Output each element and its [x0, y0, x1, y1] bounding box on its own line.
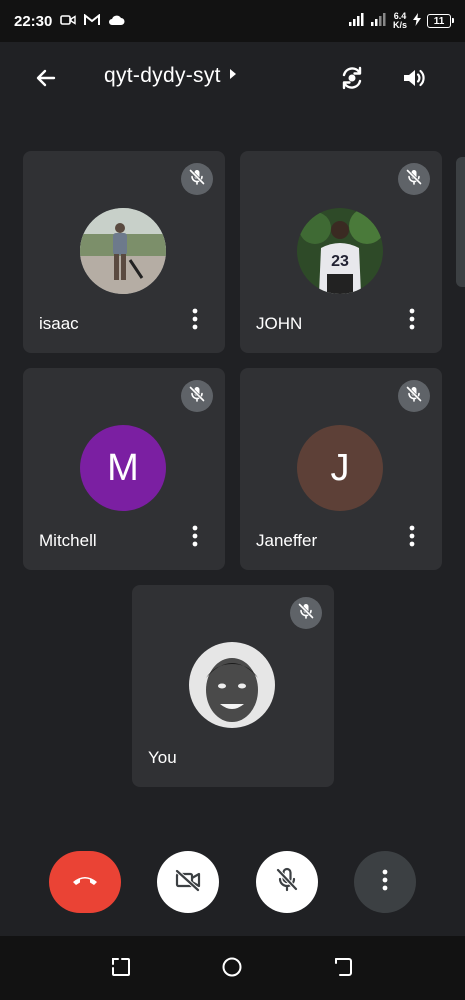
- avatar: M: [80, 425, 166, 511]
- mic-off-icon: [405, 168, 423, 191]
- video-camera-icon: [60, 13, 77, 30]
- participant-tile[interactable]: M Mitchell: [23, 368, 225, 570]
- back-button[interactable]: [30, 64, 62, 96]
- participant-menu-button[interactable]: [400, 525, 424, 551]
- speaker-icon: [401, 66, 427, 95]
- charging-icon: [413, 12, 421, 30]
- status-bar: 22:30 6.4 K/s 11: [0, 0, 465, 42]
- switch-camera-button[interactable]: [334, 62, 370, 98]
- status-right: 6.4 K/s 11: [348, 12, 454, 30]
- participant-tile[interactable]: isaac: [23, 151, 225, 353]
- avatar: 23: [297, 208, 383, 294]
- status-time: 22:30: [14, 12, 53, 30]
- participant-name: Janeffer: [256, 531, 318, 550]
- gmail-icon: [84, 12, 101, 30]
- more-options-button[interactable]: [354, 851, 416, 913]
- home-icon: [221, 956, 243, 983]
- meeting-details-button[interactable]: qyt-dydy-syt: [104, 64, 237, 88]
- participant-tile[interactable]: J Janeffer: [240, 368, 442, 570]
- meeting-code: qyt-dydy-syt: [104, 64, 221, 87]
- muted-badge: [398, 163, 430, 195]
- participant-menu-button[interactable]: [400, 308, 424, 334]
- toggle-video-button[interactable]: [157, 851, 219, 913]
- participant-tile[interactable]: 23 JOHN: [240, 151, 442, 353]
- end-call-icon: [71, 873, 99, 892]
- muted-badge: [181, 163, 213, 195]
- video-off-icon: [174, 868, 202, 897]
- more-vert-icon: [192, 308, 198, 335]
- participant-menu-button[interactable]: [183, 308, 207, 334]
- back-icon: [332, 956, 354, 983]
- cloud-icon: [108, 13, 125, 30]
- battery-level: 11: [433, 15, 445, 27]
- back-arrow-icon: [34, 66, 58, 95]
- side-panel-handle[interactable]: [456, 157, 465, 287]
- avatar-letter: J: [330, 446, 350, 489]
- muted-badge: [181, 380, 213, 412]
- network-speed: 6.4 K/s: [393, 12, 407, 30]
- avatar: [80, 208, 166, 294]
- home-button[interactable]: [219, 956, 245, 982]
- self-tile[interactable]: You: [132, 585, 334, 787]
- end-call-button[interactable]: [49, 851, 121, 913]
- signal-icon: [348, 12, 365, 30]
- status-left: 22:30: [14, 13, 125, 30]
- svg-text:23: 23: [331, 253, 349, 270]
- participant-menu-button[interactable]: [183, 525, 207, 551]
- recent-apps-button[interactable]: [108, 956, 134, 982]
- participant-name: You: [148, 748, 177, 767]
- mic-off-icon: [297, 602, 315, 625]
- more-vert-icon: [382, 869, 388, 896]
- participant-name: isaac: [39, 314, 79, 333]
- more-vert-icon: [192, 525, 198, 552]
- toggle-mic-button[interactable]: [256, 851, 318, 913]
- mic-off-icon: [405, 385, 423, 408]
- chevron-right-icon: [229, 67, 237, 85]
- mic-off-icon: [188, 385, 206, 408]
- participant-name: Mitchell: [39, 531, 97, 550]
- avatar: J: [297, 425, 383, 511]
- nav-back-button[interactable]: [330, 956, 356, 982]
- avatar: [189, 642, 275, 728]
- muted-badge: [398, 380, 430, 412]
- muted-badge: [290, 597, 322, 629]
- system-nav-bar: [0, 936, 465, 1000]
- call-header: qyt-dydy-syt: [0, 42, 465, 116]
- more-vert-icon: [409, 308, 415, 335]
- mic-off-icon: [275, 867, 299, 898]
- participant-name: JOHN: [256, 314, 303, 333]
- mic-off-icon: [188, 168, 206, 191]
- battery-icon: 11: [427, 14, 454, 28]
- signal-icon: [370, 12, 387, 30]
- recent-apps-icon: [110, 956, 132, 983]
- speaker-button[interactable]: [396, 62, 432, 98]
- more-vert-icon: [409, 525, 415, 552]
- switch-camera-icon: [338, 64, 366, 97]
- net-speed-unit: K/s: [392, 20, 407, 30]
- avatar-letter: M: [107, 446, 139, 489]
